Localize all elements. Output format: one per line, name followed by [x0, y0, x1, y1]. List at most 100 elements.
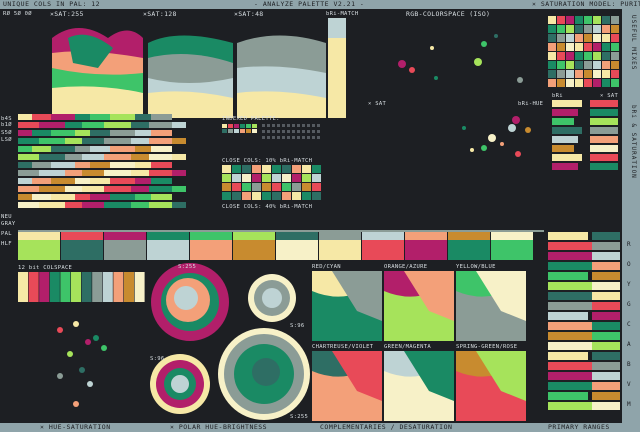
bar-seg — [104, 154, 131, 160]
neutral-line — [18, 230, 544, 232]
bar-seg — [18, 122, 39, 128]
gray-label: GRAY — [1, 221, 16, 227]
mix-cell — [575, 34, 583, 42]
mix-cell — [611, 79, 619, 87]
mix-cell — [611, 43, 619, 51]
color-point — [57, 373, 63, 379]
mix-cell — [566, 25, 574, 33]
range-letter-V: V — [627, 381, 631, 388]
bar-seg — [110, 194, 135, 200]
mix-cell — [602, 25, 610, 33]
mix-cell — [611, 52, 619, 60]
indexed-palette[interactable] — [222, 124, 322, 154]
bar-seg — [18, 146, 32, 152]
bar-seg — [75, 114, 90, 120]
mix-cell — [602, 52, 610, 60]
range-bar — [592, 352, 620, 360]
bar-seg — [75, 162, 90, 168]
mix-cell — [548, 70, 556, 78]
range-letter-R: R — [627, 241, 631, 248]
s50-label: S5Ø — [1, 130, 12, 136]
colspace-band — [92, 272, 103, 302]
bar-seg — [75, 130, 90, 136]
palette-swatch — [228, 129, 233, 133]
bar-seg — [51, 178, 75, 184]
bar-seg — [131, 186, 149, 192]
range-letter-A: A — [627, 341, 631, 348]
color-point — [434, 76, 438, 80]
range-bar — [592, 322, 620, 330]
mix-cell — [557, 25, 565, 33]
ramp — [552, 163, 578, 170]
index-dot — [307, 136, 310, 139]
useful-mixes-grid[interactable] — [548, 16, 622, 92]
sat-128-label: ×SAT:128 — [143, 10, 177, 18]
mix-cell — [548, 61, 556, 69]
colspace-band — [28, 272, 39, 302]
bar-seg — [65, 154, 82, 160]
index-dot — [262, 136, 265, 139]
index-dot — [287, 136, 290, 139]
color-point — [500, 142, 504, 146]
primary-ranges — [548, 232, 620, 410]
close-col — [302, 192, 311, 200]
mix-cell — [548, 52, 556, 60]
mix-cell — [602, 34, 610, 42]
sat-axis-label: × SAT — [368, 101, 387, 107]
close-col — [222, 174, 231, 182]
unique-cols-label: UNIQUE COLS IN PAL: 12 — [3, 0, 101, 8]
ls0-label: LSØ — [1, 137, 12, 143]
index-dot — [302, 136, 305, 139]
ramp — [590, 118, 618, 125]
mix-cell — [593, 79, 601, 87]
bar-seg — [90, 194, 110, 200]
colspace-band — [124, 272, 134, 302]
bri-saturation-title: bRi & SATURATION — [630, 105, 637, 179]
bar-seg — [51, 162, 75, 168]
index-dot — [307, 130, 310, 133]
footer-hue-saturation: × HUE-SATURATION — [40, 423, 111, 431]
range-bar — [548, 322, 596, 330]
bar-seg — [82, 154, 104, 160]
close-col — [312, 174, 321, 182]
range-bar — [592, 282, 620, 290]
close-col — [282, 192, 291, 200]
index-dot — [297, 136, 300, 139]
bar-seg — [149, 138, 172, 144]
saturation-model-button[interactable]: × SATURATION MODEL: PURITY — [532, 0, 640, 9]
range-bar — [548, 392, 588, 400]
bar-seg — [151, 162, 172, 168]
range-bar — [548, 272, 588, 280]
bar-seg — [151, 194, 172, 200]
close-cols-10-grid — [222, 165, 321, 200]
colspace-band — [134, 272, 145, 302]
ramp — [590, 136, 618, 143]
color-point — [525, 127, 531, 133]
close-col — [272, 174, 281, 182]
bar-seg — [18, 202, 39, 208]
close-col — [242, 165, 251, 173]
index-dot — [292, 136, 295, 139]
index-dot — [277, 136, 280, 139]
range-bar — [592, 302, 620, 310]
bar-seg — [131, 170, 149, 176]
range-bar — [548, 282, 596, 290]
strip-half — [405, 240, 447, 260]
ramp — [590, 109, 618, 116]
close-col — [252, 165, 261, 173]
index-dot — [317, 136, 320, 139]
bar-seg — [75, 178, 90, 184]
mix-cell — [584, 61, 592, 69]
bar-seg — [135, 178, 151, 184]
strip-half — [491, 240, 533, 260]
index-dot — [302, 130, 305, 133]
close-col — [262, 192, 271, 200]
pair-label-2: YELLOW/BLUE — [456, 264, 496, 270]
index-dot — [272, 124, 275, 127]
range-letter-Y: Y — [627, 281, 631, 288]
palette-strip[interactable] — [18, 214, 544, 262]
bar-seg — [65, 202, 82, 208]
rgb-colorspace-label: RGB-COLORSPACE (ISO) — [406, 10, 491, 18]
range-bar — [548, 402, 596, 410]
bar-seg — [82, 202, 104, 208]
